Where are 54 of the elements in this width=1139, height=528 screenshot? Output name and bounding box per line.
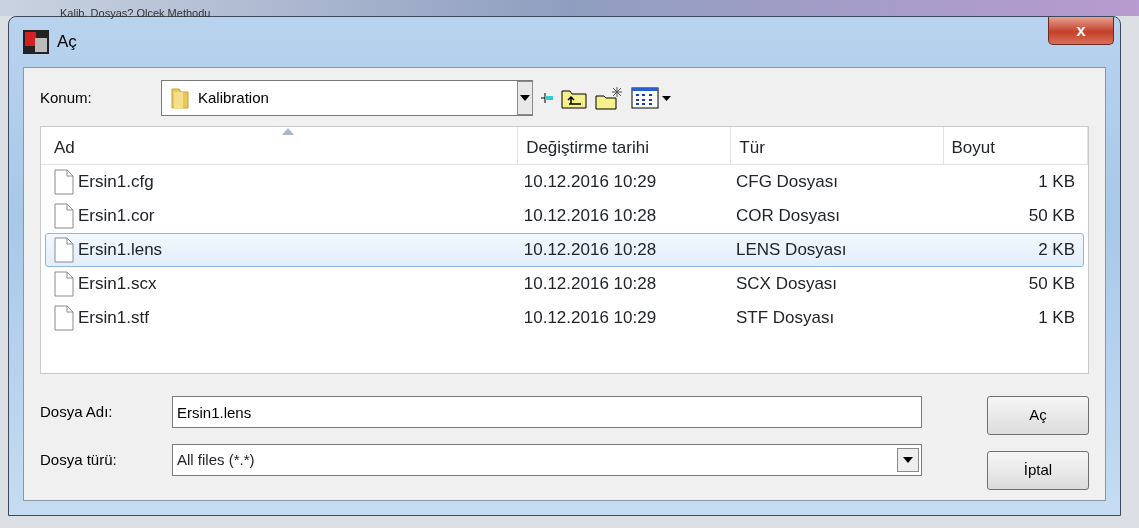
file-name-label: Dosya Adı:	[40, 401, 114, 422]
file-row[interactable]: Ersin1.scx 10.12.2016 10:28 SCX Dosyası 50 KB	[45, 267, 1084, 301]
file-icon	[54, 203, 74, 229]
window-title: Aç	[57, 31, 77, 54]
background-window-title: Kalib. Dosyas? Olcek Methodu	[60, 7, 211, 19]
file-size: 50 KB	[1028, 274, 1075, 294]
view-menu-icon[interactable]	[631, 86, 673, 110]
file-name: Ersin1.scx	[78, 273, 157, 296]
up-folder-icon[interactable]	[561, 87, 587, 109]
file-type: LENS Dosyası	[735, 240, 847, 260]
file-type-dropdown[interactable]: All files (*.*)	[172, 444, 922, 476]
folder-icon	[170, 86, 190, 110]
new-folder-icon[interactable]	[595, 86, 623, 110]
file-icon	[54, 237, 74, 263]
file-icon	[54, 305, 74, 331]
file-type-value: All files (*.*)	[177, 449, 255, 470]
location-dropdown[interactable]: Kalibration	[161, 80, 533, 116]
file-size: 1 KB	[1038, 172, 1075, 192]
file-name: Ersin1.cor	[78, 205, 155, 228]
file-row[interactable]: Ersin1.stf 10.12.2016 10:29 STF Dosyası 1 KB	[45, 301, 1084, 335]
location-label: Konum:	[40, 87, 93, 108]
file-date: 10.12.2016 10:28	[523, 274, 657, 294]
file-size: 50 KB	[1028, 206, 1075, 226]
file-size: 2 KB	[1038, 240, 1075, 260]
cancel-button[interactable]: İptal	[987, 451, 1089, 490]
file-date: 10.12.2016 10:28	[523, 240, 657, 260]
file-date: 10.12.2016 10:28	[523, 206, 657, 226]
open-button[interactable]: Aç	[987, 396, 1089, 435]
file-row[interactable]: Ersin1.cor 10.12.2016 10:28 COR Dosyası 50 KB	[45, 199, 1084, 233]
column-header[interactable]: Boyut	[943, 127, 1088, 164]
file-size: 1 KB	[1038, 308, 1075, 328]
file-date: 10.12.2016 10:29	[523, 172, 657, 192]
close-button[interactable]: x	[1048, 17, 1114, 45]
file-name-input[interactable]: Ersin1.lens	[172, 396, 922, 428]
app-icon	[23, 30, 49, 54]
file-type: CFG Dosyası	[735, 172, 838, 192]
file-row[interactable]: Ersin1.lens 10.12.2016 10:28 LENS Dosyası 2 KB	[45, 233, 1084, 267]
file-type: COR Dosyası	[735, 206, 840, 226]
file-name: Ersin1.lens	[78, 239, 163, 262]
file-date: 10.12.2016 10:29	[523, 308, 657, 328]
sort-arrow-icon	[281, 128, 294, 135]
file-name: Ersin1.stf	[78, 307, 149, 330]
file-row[interactable]: Ersin1.cfg 10.12.2016 10:29 CFG Dosyası 1 KB	[45, 165, 1084, 199]
file-icon	[54, 169, 74, 195]
file-type-label: Dosya türü:	[40, 449, 118, 470]
column-header[interactable]: Tür	[731, 127, 944, 164]
file-type: STF Dosyası	[735, 308, 835, 328]
location-value: Kalibration	[198, 87, 269, 108]
file-icon	[54, 271, 74, 297]
back-icon[interactable]	[541, 92, 553, 104]
file-type: SCX Dosyası	[735, 274, 838, 294]
column-header[interactable]: Ad	[46, 127, 519, 164]
column-header[interactable]: Değiştirme tarihi	[518, 127, 732, 164]
file-name: Ersin1.cfg	[78, 171, 154, 194]
